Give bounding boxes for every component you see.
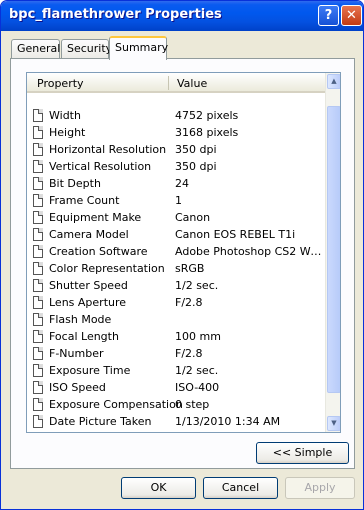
summary-panel: Property Value Width 4752 pixels Height 316… (10, 58, 355, 469)
document-icon (33, 296, 43, 309)
property-name: Exposure Compensation (49, 398, 183, 411)
property-name: Shutter Speed (49, 279, 128, 292)
apply-button[interactable]: Apply (285, 477, 355, 499)
tab-general[interactable]: General (11, 39, 60, 58)
property-name: ISO Speed (49, 381, 106, 394)
table-row[interactable]: Horizontal Resolution 350 dpi (27, 141, 325, 158)
property-name: Equipment Make (49, 211, 142, 224)
property-value: Canon EOS REBEL T1i (175, 228, 296, 241)
cancel-button[interactable]: Cancel (203, 477, 278, 499)
table-row[interactable]: Flash Mode (27, 311, 325, 328)
document-icon (33, 143, 43, 156)
property-value: 1 (175, 194, 182, 207)
property-value: Canon (175, 211, 211, 224)
property-value: 24 (175, 177, 189, 190)
table-row[interactable]: Exposure Compensation 0 step (27, 396, 325, 413)
property-name: Width (49, 109, 81, 122)
property-name: Camera Model (49, 228, 129, 241)
properties-dialog: bpc_flamethrower Properties ? ✕ General … (0, 0, 364, 510)
table-row[interactable]: Lens Aperture F/2.8 (27, 294, 325, 311)
table-row[interactable]: Date Picture Taken 1/13/2010 1:34 AM (27, 413, 325, 430)
table-row[interactable]: Exposure Time 1/2 sec. (27, 362, 325, 379)
document-icon (33, 160, 43, 173)
property-name: Height (49, 126, 86, 139)
table-row[interactable]: Bit Depth 24 (27, 175, 325, 192)
tab-security[interactable]: Security (61, 39, 112, 58)
column-header-value[interactable]: Value (177, 77, 207, 90)
property-name: Exposure Time (49, 364, 131, 377)
document-icon (33, 398, 43, 411)
property-name: Vertical Resolution (49, 160, 152, 173)
property-name: Horizontal Resolution (49, 143, 167, 156)
property-name: Creation Software (49, 245, 148, 258)
window-title: bpc_flamethrower Properties (9, 7, 222, 22)
help-button[interactable]: ? (318, 5, 339, 26)
document-icon (33, 279, 43, 292)
table-row[interactable]: Height 3168 pixels (27, 124, 325, 141)
table-row[interactable]: Shutter Speed 1/2 sec. (27, 277, 325, 294)
document-icon (33, 177, 43, 190)
property-value: 350 dpi (175, 160, 217, 173)
document-icon (33, 381, 43, 394)
table-row[interactable]: ISO Speed ISO-400 (27, 379, 325, 396)
ok-button[interactable]: OK (121, 477, 196, 499)
title-bar[interactable]: bpc_flamethrower Properties ? ✕ (1, 1, 363, 31)
table-row[interactable]: Width 4752 pixels (27, 107, 325, 124)
property-value: 3168 pixels (175, 126, 239, 139)
table-row[interactable]: Camera Model Canon EOS REBEL T1i (27, 226, 325, 243)
scroll-down-arrow-icon[interactable]: ▼ (327, 416, 340, 431)
document-icon (33, 109, 43, 122)
property-name: Lens Aperture (49, 296, 127, 309)
document-icon (33, 330, 43, 343)
list-header: Property Value (27, 73, 325, 93)
table-row[interactable]: F-Number F/2.8 (27, 345, 325, 362)
property-value: 0 step (175, 398, 210, 411)
table-row[interactable]: Color Representation sRGB (27, 260, 325, 277)
document-icon (33, 313, 43, 326)
property-name: Color Representation (49, 262, 165, 275)
document-icon (33, 347, 43, 360)
property-name: Bit Depth (49, 177, 101, 190)
table-row[interactable]: Creation Software Adobe Photoshop CS2 Win… (27, 243, 325, 260)
scroll-thumb[interactable] (327, 106, 340, 393)
table-row[interactable]: Focal Length 100 mm (27, 328, 325, 345)
document-icon (33, 211, 43, 224)
property-value: F/2.8 (175, 347, 203, 360)
property-name: Date Picture Taken (49, 415, 152, 428)
document-icon (33, 126, 43, 139)
property-value: 350 dpi (175, 143, 217, 156)
property-value: 1/2 sec. (175, 279, 219, 292)
property-value: Adobe Photoshop CS2 Wind... (175, 245, 323, 258)
property-name: F-Number (49, 347, 104, 360)
property-value: 1/13/2010 1:34 AM (175, 415, 281, 428)
property-value: sRGB (175, 262, 205, 275)
document-icon (33, 245, 43, 258)
property-name: Focal Length (49, 330, 119, 343)
table-row[interactable]: Vertical Resolution 350 dpi (27, 158, 325, 175)
table-row[interactable]: Frame Count 1 (27, 192, 325, 209)
property-rows: Width 4752 pixels Height 3168 pixels Horizon… (27, 107, 325, 430)
property-value: 100 mm (175, 330, 221, 343)
property-value: ISO-400 (175, 381, 220, 394)
document-icon (33, 228, 43, 241)
document-icon (33, 415, 43, 428)
property-value: 1/2 sec. (175, 364, 219, 377)
property-list[interactable]: Property Value Width 4752 pixels Height 316… (26, 72, 341, 433)
column-header-property[interactable]: Property (37, 77, 84, 90)
property-value: 4752 pixels (175, 109, 239, 122)
property-name: Flash Mode (49, 313, 112, 326)
tab-summary[interactable]: Summary (109, 36, 168, 60)
property-value: F/2.8 (175, 296, 203, 309)
scroll-up-arrow-icon[interactable]: ▲ (327, 74, 340, 89)
document-icon (33, 262, 43, 275)
vertical-scrollbar[interactable]: ▲ ▼ (325, 73, 340, 432)
property-name: Frame Count (49, 194, 120, 207)
document-icon (33, 194, 43, 207)
document-icon (33, 364, 43, 377)
close-button[interactable]: ✕ (341, 5, 362, 26)
simple-view-button[interactable]: << Simple (256, 442, 349, 464)
column-divider[interactable] (168, 76, 169, 90)
table-row[interactable]: Equipment Make Canon (27, 209, 325, 226)
